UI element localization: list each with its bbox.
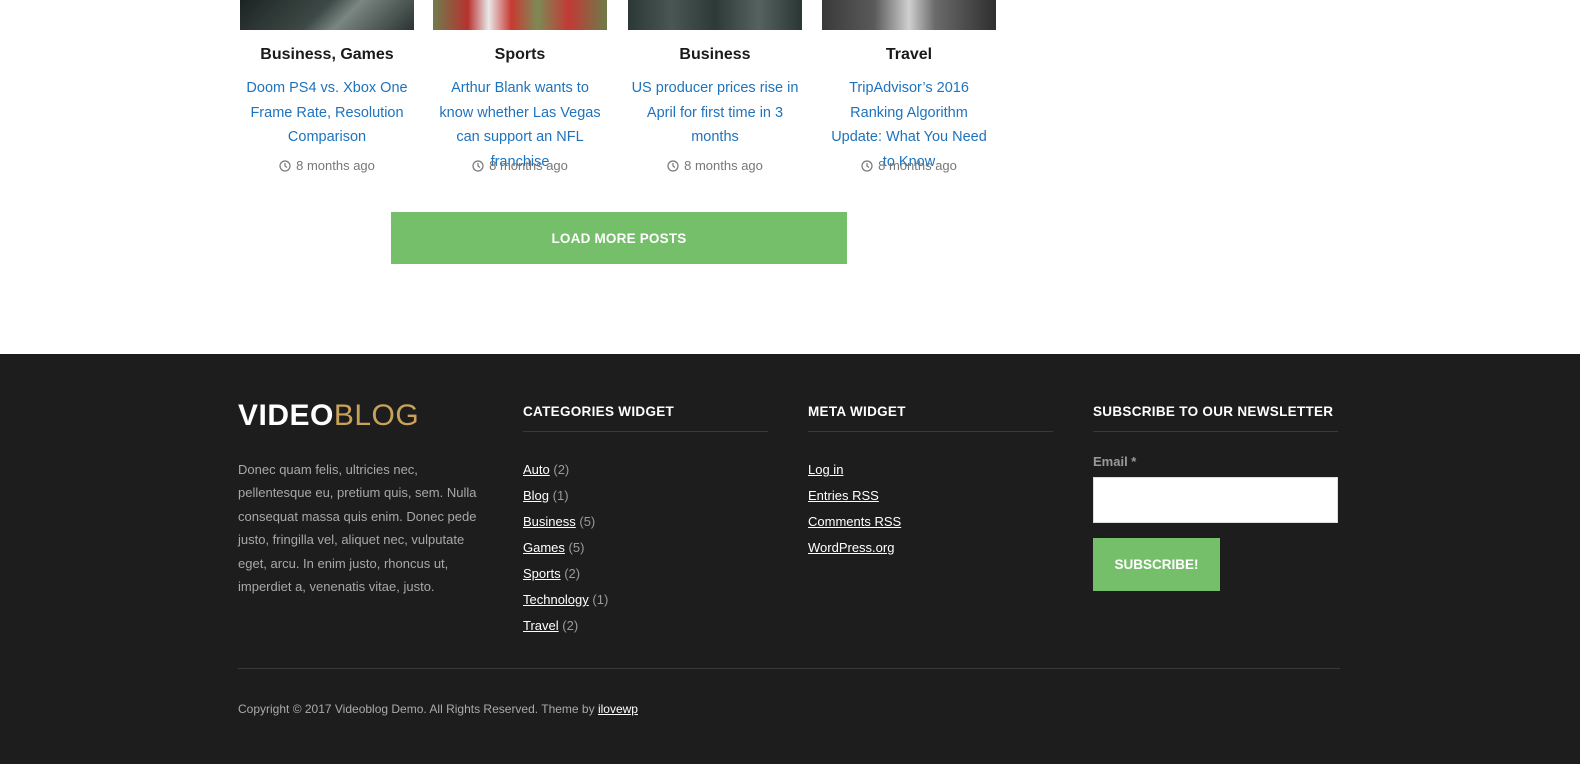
post-title-link[interactable]: US producer prices rise in April for fir…: [628, 76, 802, 150]
list-item: Technology (1): [523, 587, 768, 613]
list-item: Log in: [808, 457, 1053, 483]
category-count: (2): [562, 618, 579, 633]
post-category[interactable]: Business: [628, 45, 802, 65]
category-count: (5): [579, 514, 596, 529]
post-grid-section: Business, Games Doom PS4 vs. Xbox One Fr…: [0, 0, 1580, 354]
category-link-business[interactable]: Business: [523, 514, 576, 529]
load-more-posts-button[interactable]: LOAD MORE POSTS: [391, 212, 847, 264]
footer-divider: [238, 668, 1340, 669]
list-item: Auto (2): [523, 457, 768, 483]
newsletter-widget-title: SUBSCRIBE TO OUR NEWSLETTER: [1093, 404, 1338, 432]
post-card: Business US producer prices rise in Apri…: [628, 0, 802, 173]
email-label: Email *: [1093, 454, 1137, 469]
post-title-link[interactable]: Doom PS4 vs. Xbox One Frame Rate, Resolu…: [240, 76, 414, 150]
newsletter-widget: SUBSCRIBE TO OUR NEWSLETTER Email * SUBS…: [1093, 404, 1338, 591]
post-time: 8 months ago: [684, 158, 763, 173]
post-meta: 8 months ago: [822, 158, 996, 173]
post-meta: 8 months ago: [240, 158, 414, 173]
post-thumbnail[interactable]: [433, 0, 607, 30]
meta-link-wordpress[interactable]: WordPress.org: [808, 540, 894, 555]
site-logo[interactable]: VIDEOBLOG: [238, 398, 419, 434]
post-card: Business, Games Doom PS4 vs. Xbox One Fr…: [240, 0, 414, 173]
meta-link-login[interactable]: Log in: [808, 462, 843, 477]
post-category[interactable]: Travel: [822, 45, 996, 65]
list-item: Comments RSS: [808, 509, 1053, 535]
category-link-games[interactable]: Games: [523, 540, 565, 555]
post-thumbnail[interactable]: [240, 0, 414, 30]
post-meta: 8 months ago: [628, 158, 802, 173]
category-link-blog[interactable]: Blog: [523, 488, 549, 503]
meta-list: Log in Entries RSS Comments RSS WordPres…: [808, 457, 1053, 561]
meta-widget-title: META WIDGET: [808, 404, 1053, 432]
meta-link-entries-rss[interactable]: Entries RSS: [808, 488, 879, 503]
category-count: (1): [552, 488, 569, 503]
clock-icon: [279, 159, 291, 172]
post-meta: 8 months ago: [433, 158, 607, 173]
copyright-text: Copyright © 2017 Videoblog Demo. All Rig…: [238, 702, 595, 716]
footer-about-text: Donec quam felis, ultricies nec, pellent…: [238, 462, 477, 595]
post-time: 8 months ago: [296, 158, 375, 173]
category-link-technology[interactable]: Technology: [523, 592, 589, 607]
post-thumbnail[interactable]: [628, 0, 802, 30]
post-card: Travel TripAdvisor’s 2016 Ranking Algori…: [822, 0, 996, 174]
category-count: (5): [568, 540, 585, 555]
list-item: Games (5): [523, 535, 768, 561]
category-link-auto[interactable]: Auto: [523, 462, 550, 477]
category-count: (1): [592, 592, 609, 607]
post-thumbnail[interactable]: [822, 0, 996, 30]
list-item: Blog (1): [523, 483, 768, 509]
category-link-sports[interactable]: Sports: [523, 566, 561, 581]
post-category[interactable]: Sports: [433, 45, 607, 65]
meta-link-comments-rss[interactable]: Comments RSS: [808, 514, 901, 529]
post-time: 8 months ago: [878, 158, 957, 173]
category-link-travel[interactable]: Travel: [523, 618, 559, 633]
post-card: Sports Arthur Blank wants to know whethe…: [433, 0, 607, 174]
email-field[interactable]: [1093, 477, 1338, 523]
clock-icon: [472, 159, 484, 172]
logo-part-blog: BLOG: [333, 399, 420, 432]
category-count: (2): [553, 462, 570, 477]
logo-part-video: VIDEO: [238, 399, 334, 432]
list-item: Business (5): [523, 509, 768, 535]
category-count: (2): [564, 566, 581, 581]
categories-widget: CATEGORIES WIDGET Auto (2) Blog (1) Busi…: [523, 404, 768, 639]
categories-widget-title: CATEGORIES WIDGET: [523, 404, 768, 432]
subscribe-button[interactable]: SUBSCRIBE!: [1093, 538, 1220, 591]
clock-icon: [667, 159, 679, 172]
list-item: Entries RSS: [808, 483, 1053, 509]
meta-widget: META WIDGET Log in Entries RSS Comments …: [808, 404, 1053, 561]
categories-list: Auto (2) Blog (1) Business (5) Games (5)…: [523, 457, 768, 639]
list-item: Sports (2): [523, 561, 768, 587]
site-footer: VIDEOBLOG Donec quam felis, ultricies ne…: [0, 354, 1580, 764]
post-time: 8 months ago: [489, 158, 568, 173]
list-item: Travel (2): [523, 613, 768, 639]
theme-author-link[interactable]: ilovewp: [598, 702, 638, 716]
list-item: WordPress.org: [808, 535, 1053, 561]
clock-icon: [861, 159, 873, 172]
copyright-line: Copyright © 2017 Videoblog Demo. All Rig…: [238, 702, 638, 716]
post-category[interactable]: Business, Games: [240, 45, 414, 65]
